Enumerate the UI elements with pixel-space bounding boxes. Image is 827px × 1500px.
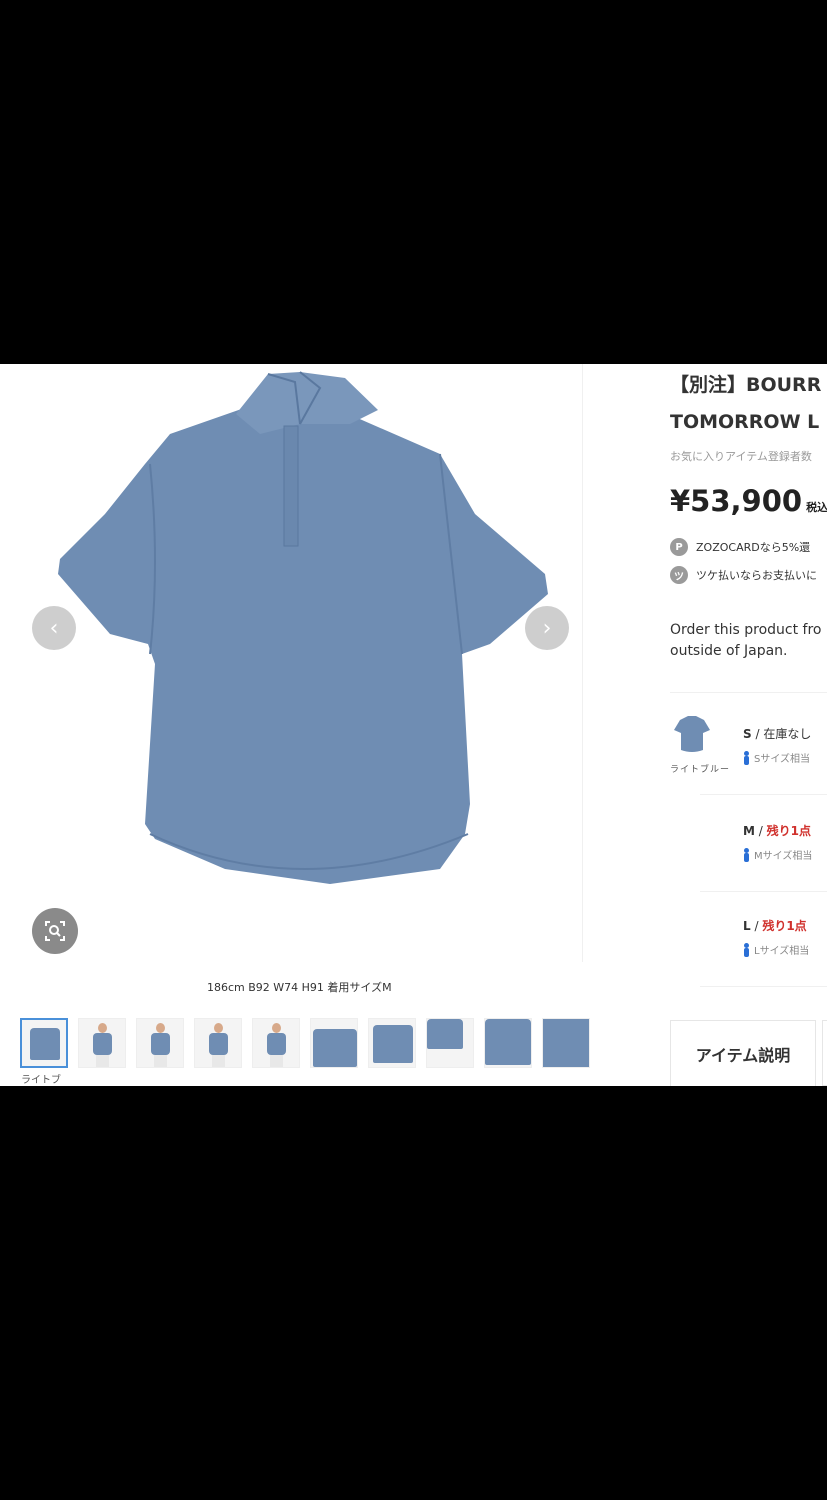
thumbnail-3[interactable] bbox=[136, 1018, 184, 1068]
thumbnail-9[interactable] bbox=[484, 1018, 532, 1068]
thumbnail-1[interactable] bbox=[20, 1018, 68, 1068]
zozocard-row[interactable]: P ZOZOCARDなら5%還 bbox=[670, 538, 827, 556]
size-divider bbox=[700, 891, 827, 892]
person-icon bbox=[743, 847, 750, 862]
favorites-count: お気に入りアイテム登録者数 bbox=[670, 450, 812, 463]
tsuke-icon: ツ bbox=[670, 566, 688, 584]
thumbnail-7[interactable] bbox=[368, 1018, 416, 1068]
size-divider bbox=[700, 986, 827, 987]
stock-status: 残り1点 bbox=[766, 824, 811, 838]
tsuke-text: ツケ払いならお支払いに bbox=[696, 569, 817, 582]
model-caption: 186cm B92 W74 H91 着用サイズM bbox=[207, 981, 392, 994]
international-order-link[interactable]: Order this product fro outside of Japan. bbox=[670, 620, 827, 662]
thumbnail-strip bbox=[20, 1018, 590, 1068]
thumbnail-10[interactable] bbox=[542, 1018, 590, 1068]
person-icon bbox=[743, 942, 750, 957]
size-note: Sサイズ相当 bbox=[754, 754, 811, 765]
chevron-right-icon: › bbox=[542, 615, 552, 641]
price-row: ¥53,900 税込 bbox=[670, 484, 827, 518]
next-image-button[interactable]: › bbox=[525, 606, 569, 650]
thumbnail-2[interactable] bbox=[78, 1018, 126, 1068]
prev-image-button[interactable]: ‹ bbox=[32, 606, 76, 650]
size-option-l[interactable]: L / 残り1点 Lサイズ相当 bbox=[743, 917, 809, 957]
tax-label: 税込 bbox=[806, 501, 827, 514]
person-icon bbox=[743, 750, 750, 765]
product-page: ‹ › 186cm B92 W74 H91 着用サイズM ライトブ 【別注】BO… bbox=[0, 364, 827, 1086]
zoom-icon bbox=[45, 921, 65, 941]
thumbnail-4[interactable] bbox=[194, 1018, 242, 1068]
gallery-divider bbox=[582, 364, 583, 962]
tab-next[interactable] bbox=[822, 1020, 827, 1086]
thumbnail-6[interactable] bbox=[310, 1018, 358, 1068]
thumbnail-8[interactable] bbox=[426, 1018, 474, 1068]
size-note: Lサイズ相当 bbox=[754, 946, 810, 957]
thumbnail-5[interactable] bbox=[252, 1018, 300, 1068]
size-label: L bbox=[743, 919, 751, 933]
size-label: M bbox=[743, 824, 755, 838]
main-product-image[interactable]: ‹ › bbox=[0, 364, 582, 954]
size-option-m[interactable]: M / 残り1点 Mサイズ相当 bbox=[743, 822, 812, 862]
tab-item-description[interactable]: アイテム説明 bbox=[670, 1020, 816, 1086]
tsuke-row[interactable]: ツ ツケ払いならお支払いに bbox=[670, 566, 827, 584]
size-label: S bbox=[743, 727, 752, 741]
price: ¥53,900 bbox=[670, 484, 803, 518]
order-line1: Order this product fro bbox=[670, 622, 822, 638]
zoom-button[interactable] bbox=[32, 908, 78, 954]
order-line2: outside of Japan. bbox=[670, 643, 788, 659]
size-option-s[interactable]: S / 在庫なし Sサイズ相当 bbox=[743, 725, 811, 765]
stock-status: 在庫なし bbox=[763, 727, 812, 741]
info-divider bbox=[670, 692, 827, 693]
thumbnail-label: ライトブ bbox=[21, 1075, 61, 1086]
chevron-left-icon: ‹ bbox=[49, 615, 59, 641]
shirt-image bbox=[58, 371, 548, 884]
points-icon: P bbox=[670, 538, 688, 556]
product-title-line1: 【別注】BOURR bbox=[670, 374, 822, 396]
zozocard-text: ZOZOCARDなら5%還 bbox=[696, 541, 811, 554]
stock-status: 残り1点 bbox=[762, 919, 807, 933]
size-divider bbox=[700, 794, 827, 795]
color-swatch-image bbox=[674, 716, 710, 752]
product-info: 【別注】BOURR TOMORROW L お気に入りアイテム登録者数 ¥53,9… bbox=[670, 364, 827, 693]
size-note: Mサイズ相当 bbox=[754, 851, 813, 862]
product-title-line2: TOMORROW L bbox=[670, 411, 820, 433]
